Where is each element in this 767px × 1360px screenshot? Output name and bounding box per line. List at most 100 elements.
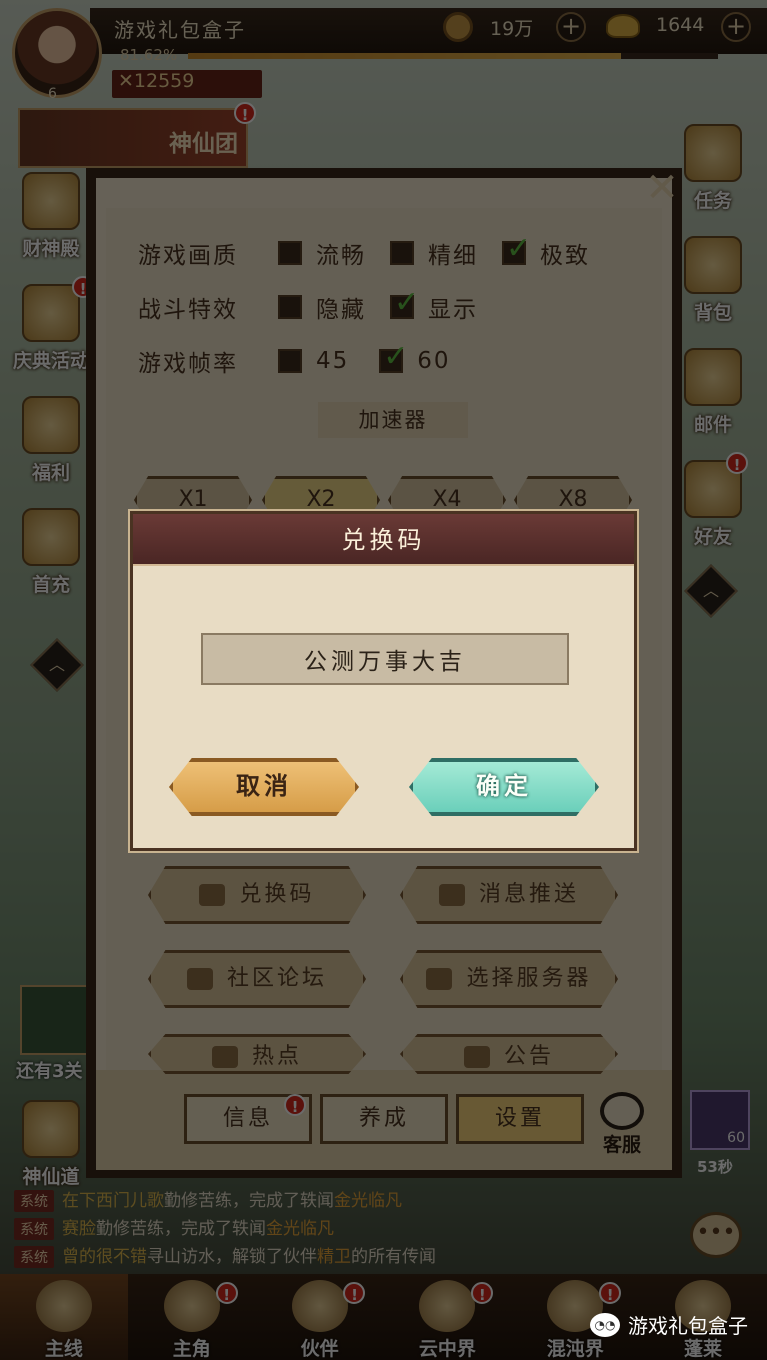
chat-text-suffix: 的所有传闻	[351, 1247, 436, 1267]
customer-service-label: 客服	[602, 1134, 641, 1156]
add-ingot-button[interactable]: +	[721, 12, 751, 42]
tab-settings[interactable]: 设置	[456, 1094, 584, 1144]
side-item-first-recharge[interactable]: 首充	[6, 508, 96, 597]
chevron-up-icon: ︿	[48, 655, 65, 674]
chat-tag: 系统	[14, 1246, 54, 1268]
add-coin-button[interactable]: +	[556, 12, 586, 42]
quality-option-smooth[interactable]: 流畅	[278, 236, 366, 270]
chat-open-button[interactable]: •••	[690, 1212, 742, 1258]
quest-progress: 还有3关	[16, 1061, 83, 1082]
side-item-label: 神仙道	[22, 1166, 80, 1188]
scroll-icon	[684, 124, 742, 182]
push-notification-button[interactable]: 消息推送	[400, 866, 618, 924]
nav-partners[interactable]: 伙伴!	[256, 1274, 384, 1360]
partners-icon	[291, 1280, 348, 1332]
setting-row-title: 游戏帧率	[138, 351, 238, 377]
fire-icon	[211, 1046, 238, 1068]
option-label: 60	[417, 348, 451, 374]
checkbox-checked[interactable]	[379, 339, 410, 374]
redeem-code-input[interactable]	[201, 633, 569, 685]
exp-bar-fill	[188, 53, 621, 59]
option-label: 45	[316, 348, 350, 374]
chat-tag: 系统	[14, 1190, 54, 1212]
chat-line: 系统 赛脸勤修苦练，完成了轶闻金光临凡	[14, 1214, 694, 1242]
bag-icon	[684, 236, 742, 294]
quest-box[interactable]	[20, 985, 90, 1055]
team-alert-badge: !	[234, 102, 256, 124]
framerate-option-45[interactable]: 45	[278, 348, 349, 374]
bell-icon	[438, 884, 465, 906]
framerate-option-60[interactable]: 60	[379, 339, 451, 374]
speech-bubble-icon: •••	[696, 1220, 736, 1245]
ingot-value: 1644	[656, 14, 705, 36]
side-item-welfare[interactable]: 福利	[6, 396, 96, 485]
friends-alert-badge: !	[726, 452, 748, 474]
player-avatar[interactable]	[12, 8, 102, 98]
option-label: 极致	[540, 243, 590, 269]
effects-option-hide[interactable]: 隐藏	[278, 290, 366, 324]
setting-row-title: 战斗特效	[138, 297, 238, 323]
forum-button[interactable]: 社区论坛	[148, 950, 366, 1008]
option-label: 隐藏	[316, 297, 366, 323]
nav-label: 主角	[172, 1338, 211, 1360]
checkbox-checked[interactable]	[390, 285, 421, 320]
chat-highlight: 金光临凡	[266, 1219, 334, 1239]
side-item-immortal-road[interactable]: 神仙道	[6, 1100, 96, 1189]
chevron-up-icon: ︿	[702, 581, 719, 600]
hot-topics-button[interactable]: 热点	[148, 1034, 366, 1074]
team-label: 神仙团	[169, 131, 238, 157]
notice-board-icon	[463, 1046, 490, 1068]
nav-cloud-realm[interactable]: 云中界!	[383, 1274, 511, 1360]
nav-main-story[interactable]: 主线	[0, 1274, 128, 1360]
player-level: 6	[48, 86, 57, 102]
nav-hero[interactable]: 主角!	[128, 1274, 256, 1360]
redeem-code-button[interactable]: 兑换码	[148, 866, 366, 924]
effects-option-show[interactable]: 显示	[390, 285, 478, 324]
customer-service-button[interactable]: 客服	[594, 1092, 650, 1157]
puzzle-event-button[interactable]: 60	[690, 1090, 750, 1150]
option-label: 精细	[428, 243, 478, 269]
chat-tag: 系统	[14, 1218, 54, 1240]
redeem-code-dialog: 兑换码 取消 确定	[130, 511, 637, 851]
wechat-icon: ◔◔	[590, 1312, 620, 1337]
setting-row-effects: 战斗特效 隐藏 显示	[138, 285, 502, 324]
chat-text: 勤修苦练，完成了轶闻	[96, 1219, 266, 1239]
select-server-button[interactable]: 选择服务器	[400, 950, 618, 1008]
dialog-header: 兑换码	[133, 514, 634, 566]
chat-player-name[interactable]: 曾的很不错	[62, 1247, 147, 1267]
hero-alert-badge: !	[215, 1282, 238, 1304]
announcement-button[interactable]: 公告	[400, 1034, 618, 1074]
puzzle-count: 60	[727, 1130, 745, 1146]
menu-button-label: 兑换码	[239, 882, 315, 907]
nav-label: 主线	[44, 1338, 83, 1360]
cancel-button[interactable]: 取消	[169, 758, 359, 816]
team-banner[interactable]: 神仙团	[18, 108, 248, 168]
chat-player-name[interactable]: 在下西门儿歌	[62, 1191, 164, 1211]
exp-bar	[188, 53, 718, 59]
setting-row-title: 游戏画质	[138, 243, 238, 269]
checkbox[interactable]	[278, 349, 302, 373]
option-label: 显示	[428, 297, 478, 323]
first-recharge-icon	[22, 508, 80, 566]
side-item-wealth-hall[interactable]: 财神殿	[6, 172, 96, 261]
chat-highlight: 精卫	[317, 1247, 351, 1267]
checkbox[interactable]	[390, 241, 414, 265]
side-item-label: 庆典活动	[12, 350, 89, 372]
left-collapse-button[interactable]: ︿	[30, 638, 84, 692]
quality-option-fine[interactable]: 精细	[390, 236, 478, 270]
close-icon[interactable]: ✕	[640, 168, 684, 212]
quality-option-ultra[interactable]: 极致	[502, 231, 590, 270]
checkbox-checked[interactable]	[502, 231, 533, 266]
crossed-swords-icon	[35, 1280, 92, 1332]
welfare-icon	[22, 396, 80, 454]
chat-text: 寻山访水，解锁了伙伴	[147, 1247, 317, 1267]
chat-bubble-icon	[186, 968, 213, 990]
checkbox[interactable]	[278, 241, 302, 265]
nav-label: 伙伴	[300, 1338, 339, 1360]
right-collapse-button[interactable]: ︿	[684, 564, 738, 618]
confirm-button[interactable]: 确定	[409, 758, 599, 816]
checkbox[interactable]	[278, 295, 302, 319]
watermark: ◔◔ 游戏礼包盒子	[590, 1310, 748, 1339]
chat-player-name[interactable]: 赛脸	[62, 1219, 96, 1239]
tab-cultivate[interactable]: 养成	[320, 1094, 448, 1144]
